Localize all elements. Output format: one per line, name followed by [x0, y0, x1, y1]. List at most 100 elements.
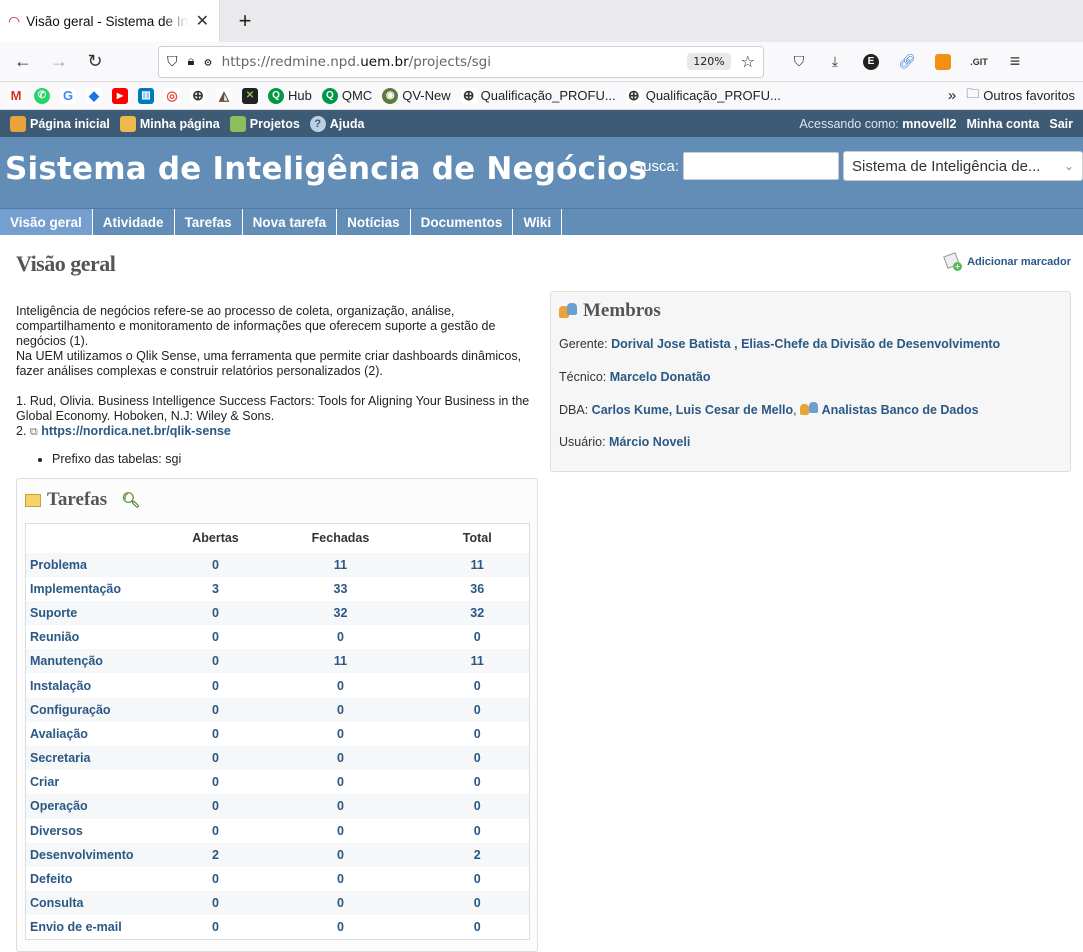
tracker-link[interactable]: Problema	[30, 558, 87, 572]
closed-count-link[interactable]: 11	[334, 654, 347, 668]
closed-count-link[interactable]: 0	[337, 775, 344, 789]
closed-count-link[interactable]: 0	[337, 799, 344, 813]
open-count-link[interactable]: 0	[212, 920, 219, 934]
search-input[interactable]	[683, 152, 839, 180]
bookmark-graduation[interactable]: ◆	[86, 87, 102, 104]
bookmark-qmc[interactable]: Q QMC	[321, 87, 372, 104]
tab-wiki[interactable]: Wiki	[513, 209, 563, 235]
tracker-link[interactable]: Implementação	[30, 582, 121, 596]
closed-count-link[interactable]: 0	[337, 920, 344, 934]
git-icon[interactable]: .GIT	[968, 51, 990, 73]
closed-count-link[interactable]: 11	[334, 558, 347, 572]
home-link[interactable]: Página inicial	[10, 115, 110, 132]
url-bar[interactable]: ⛉ 🔒︎ ⚙ https://redmine.npd.uem.br/projec…	[158, 45, 764, 78]
tracker-link[interactable]: Envio de e-mail	[30, 920, 122, 934]
total-count-link[interactable]: 0	[474, 920, 481, 934]
member-link[interactable]: Dorival Jose Batista	[611, 337, 731, 351]
closed-count-link[interactable]: 0	[337, 896, 344, 910]
permissions-icon[interactable]: ⚙	[204, 55, 211, 69]
closed-count-link[interactable]: 0	[337, 703, 344, 717]
tab-documents[interactable]: Documentos	[411, 209, 514, 235]
tracker-link[interactable]: Reunião	[30, 630, 79, 644]
more-bookmarks-icon[interactable]: »	[948, 87, 956, 104]
url-text[interactable]: https://redmine.npd.uem.br/projects/sgi	[222, 54, 678, 70]
member-group-link[interactable]: Analistas Banco de Dados	[822, 403, 979, 417]
closed-count-link[interactable]: 0	[337, 727, 344, 741]
tab-activity[interactable]: Atividade	[93, 209, 175, 235]
tracker-link[interactable]: Operação	[30, 799, 88, 813]
download-icon[interactable]: ⤓	[824, 51, 846, 73]
total-count-link[interactable]: 36	[470, 582, 484, 596]
tab-issues[interactable]: Tarefas	[175, 209, 243, 235]
tracker-link[interactable]: Manutenção	[30, 654, 103, 668]
total-count-link[interactable]: 0	[474, 896, 481, 910]
member-link[interactable]: Luis Cesar de Mello	[676, 403, 793, 417]
extension-orange-icon[interactable]	[932, 51, 954, 73]
total-count-link[interactable]: 0	[474, 679, 481, 693]
projects-link[interactable]: Projetos	[229, 115, 300, 132]
open-count-link[interactable]: 2	[212, 848, 219, 862]
forward-icon[interactable]: →	[44, 47, 74, 77]
tracker-link[interactable]: Criar	[30, 775, 59, 789]
total-count-link[interactable]: 0	[474, 799, 481, 813]
open-count-link[interactable]: 0	[212, 558, 219, 572]
open-count-link[interactable]: 0	[212, 679, 219, 693]
tracker-link[interactable]: Desenvolvimento	[30, 848, 134, 862]
bookmark-target[interactable]: ◎	[164, 87, 180, 104]
browser-tab[interactable]: ◠ Visão geral - Sistema de Inteligência …	[0, 0, 220, 42]
help-link[interactable]: ? Ajuda	[309, 115, 365, 132]
logout-link[interactable]: Sair	[1049, 117, 1073, 131]
new-tab-icon[interactable]: +	[232, 8, 258, 34]
open-count-link[interactable]: 0	[212, 606, 219, 620]
tracker-link[interactable]: Suporte	[30, 606, 77, 620]
qlik-sense-link[interactable]: https://nordica.net.br/qlik-sense	[41, 424, 231, 438]
total-count-link[interactable]: 0	[474, 872, 481, 886]
open-count-link[interactable]: 0	[212, 630, 219, 644]
bookmark-star-icon[interactable]: ☆	[741, 52, 755, 71]
shield-icon[interactable]: ⛉	[167, 54, 178, 70]
menu-icon[interactable]: ≡	[1004, 51, 1026, 73]
total-count-link[interactable]: 0	[474, 824, 481, 838]
current-user-link[interactable]: mnovell2	[902, 117, 956, 131]
tab-overview[interactable]: Visão geral	[0, 209, 93, 235]
zoom-indicator[interactable]: 120%	[687, 53, 731, 70]
tracker-link[interactable]: Defeito	[30, 872, 72, 886]
bookmark-trello[interactable]: ▥	[138, 87, 154, 104]
reload-icon[interactable]: ↻	[80, 47, 110, 77]
closed-count-link[interactable]: 33	[334, 582, 348, 596]
close-tab-icon[interactable]: ✕	[194, 11, 211, 31]
lock-icon[interactable]: 🔒︎	[188, 54, 195, 69]
bookmark-hub[interactable]: Q Hub	[268, 87, 312, 104]
member-link[interactable]: Carlos Kume	[592, 403, 669, 417]
bookmark-google[interactable]: G	[60, 87, 76, 104]
closed-count-link[interactable]: 0	[337, 630, 344, 644]
issues-search-icon[interactable]: 🔍︎	[121, 491, 140, 510]
add-bookmark-link[interactable]: + Adicionar marcador	[943, 252, 1071, 271]
open-count-link[interactable]: 0	[212, 751, 219, 765]
tracker-link[interactable]: Diversos	[30, 824, 83, 838]
other-bookmarks[interactable]: 🗀 Outros favoritos	[966, 85, 1075, 107]
open-count-link[interactable]: 0	[212, 775, 219, 789]
total-count-link[interactable]: 0	[474, 727, 481, 741]
open-count-link[interactable]: 0	[212, 799, 219, 813]
bookmark-gmail[interactable]: M	[8, 87, 24, 104]
open-count-link[interactable]: 3	[212, 582, 219, 596]
total-count-link[interactable]: 0	[474, 751, 481, 765]
tracker-link[interactable]: Instalação	[30, 679, 91, 693]
bookmark-app[interactable]: ◭	[216, 87, 232, 104]
back-icon[interactable]: ←	[8, 47, 38, 77]
closed-count-link[interactable]: 0	[337, 872, 344, 886]
open-count-link[interactable]: 0	[212, 654, 219, 668]
closed-count-link[interactable]: 0	[337, 679, 344, 693]
pocket-icon[interactable]: ⛉	[788, 51, 810, 73]
open-count-link[interactable]: 0	[212, 872, 219, 886]
bookmark-x-app[interactable]: ✕	[242, 87, 258, 104]
extension-e-icon[interactable]: E	[860, 51, 882, 73]
bookmark-qv-new[interactable]: ◉ QV-New	[382, 87, 451, 104]
tracker-link[interactable]: Configuração	[30, 703, 111, 717]
tab-news[interactable]: Notícias	[337, 209, 411, 235]
closed-count-link[interactable]: 0	[337, 824, 344, 838]
total-count-link[interactable]: 2	[474, 848, 481, 862]
open-count-link[interactable]: 0	[212, 703, 219, 717]
project-jump-select[interactable]: Sistema de Inteligência de... ⌄	[843, 151, 1083, 181]
